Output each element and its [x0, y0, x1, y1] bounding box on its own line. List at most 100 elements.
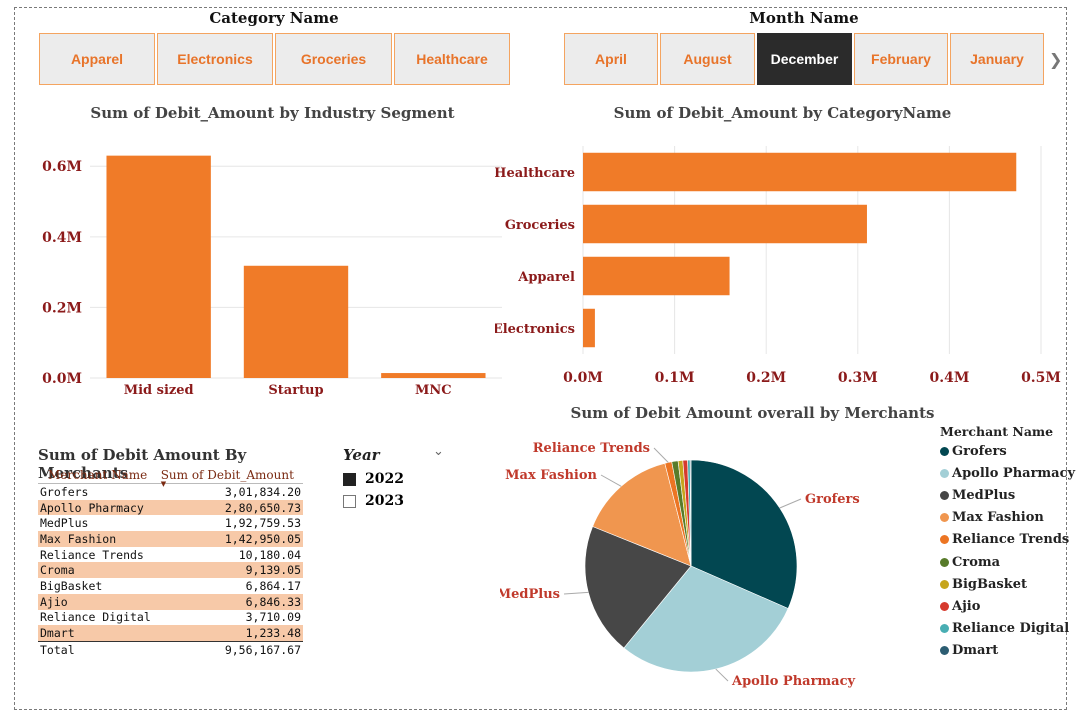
month-tile-january[interactable]: January [950, 33, 1044, 85]
year-2022-checkbox[interactable] [343, 472, 356, 486]
table-row[interactable]: Croma 9,139.05 [38, 562, 303, 579]
debit-amount-cell: 1,233.48 [158, 625, 303, 642]
chevron-down-icon[interactable]: ⌄ [433, 444, 444, 459]
x-tick-label: 0.1M [655, 370, 695, 386]
merchant-name-cell: Croma [38, 562, 159, 579]
year-slicer-title: Year [343, 446, 380, 464]
month-tile-december[interactable]: December [757, 33, 852, 85]
year-2023-checkbox[interactable] [343, 494, 356, 508]
merchant-table: Merchant Name Sum of Debit_Amount ▼ Grofe… [38, 467, 303, 658]
legend-item[interactable]: BigBasket [940, 577, 1027, 592]
legend-dot-icon [940, 535, 949, 545]
legend-dot-icon [940, 557, 949, 567]
pie-data-label: Reliance Trends [533, 441, 650, 456]
table-row[interactable]: Ajio 6,846.33 [38, 593, 303, 610]
legend-item[interactable]: MedPlus [940, 488, 1015, 503]
debit-amount-cell: 9,139.05 [158, 562, 303, 579]
pie-data-label: Grofers [805, 492, 860, 507]
legend-item[interactable]: Apollo Pharmacy [940, 466, 1075, 481]
debit-amount-cell: 1,92,759.53 [224, 516, 301, 531]
legend-item[interactable]: Reliance Digital [940, 621, 1069, 636]
legend-item[interactable]: Dmart [940, 643, 998, 658]
legend-label: MedPlus [952, 488, 1016, 504]
y-tick-label: 0.2M [42, 300, 82, 316]
y-tick-label: Electronics [495, 322, 575, 337]
x-tick-label: 0.2M [746, 370, 786, 386]
x-tick-label: Mid sized [124, 383, 194, 398]
leader-line [600, 474, 622, 487]
column-header-debit-label: Sum of Debit_Amount [160, 468, 294, 482]
legend-label: Max Fashion [952, 510, 1044, 526]
legend-dot-icon [940, 469, 949, 479]
table-row[interactable]: Apollo Pharmacy 2,80,650.73 [38, 499, 303, 516]
x-tick-label: MNC [415, 383, 452, 398]
column-header-debit[interactable]: Sum of Debit_Amount ▼ [158, 467, 303, 488]
debit-amount-cell: 3,710.09 [245, 610, 301, 625]
debit-amount-cell: 2,80,650.73 [158, 499, 303, 516]
month-slicer-title: Month Name [749, 9, 859, 27]
y-tick-label: 0.0M [42, 371, 82, 387]
merchant-name-cell: Grofers [40, 484, 89, 499]
table-row[interactable]: Grofers 3,01,834.20 [38, 484, 303, 500]
legend-label: BigBasket [952, 576, 1028, 592]
year-option-2022[interactable]: 2022 [343, 471, 404, 487]
merchant-name-cell: Ajio [38, 593, 159, 610]
legend-dot-icon [940, 645, 949, 655]
table-row[interactable]: BigBasket 6,864.17 [38, 578, 303, 594]
leader-line [563, 591, 589, 595]
industry-segment-bar-chart: 0.0M 0.2M 0.4M 0.6M Mid sized Startup MNC [42, 155, 502, 398]
y-tick-label: Apparel [517, 270, 575, 285]
legend-dot-icon [940, 601, 949, 611]
bar-electronics [583, 308, 595, 348]
x-tick-label: 0.3M [838, 370, 878, 386]
total-value: 9,56,167.67 [158, 640, 303, 658]
debit-amount-cell: 10,180.04 [238, 547, 301, 562]
merchant-name-cell: Max Fashion [38, 531, 159, 547]
pie-data-label: MedPlus [500, 587, 560, 602]
category-bar-chart: 0.0M 0.1M 0.2M 0.3M 0.4M 0.5M Healthcare Grocer… [495, 146, 1061, 386]
year-option-2023[interactable]: 2023 [343, 493, 404, 509]
table-row[interactable]: Reliance Digital 3,710.09 [38, 610, 303, 626]
legend-label: Reliance Trends [952, 532, 1070, 548]
legend-dot-icon [940, 623, 949, 633]
merchant-name-cell: Reliance Digital [40, 610, 151, 625]
category-tile-groceries[interactable]: Groceries [275, 33, 392, 85]
legend-item[interactable]: Croma [940, 555, 1000, 570]
bar-mnc [381, 373, 486, 378]
chevron-right-icon[interactable]: ❯ [1049, 50, 1062, 69]
table-row[interactable]: Reliance Trends 10,180.04 [38, 547, 303, 563]
leader-line [653, 447, 669, 463]
legend-item[interactable]: Ajio [940, 599, 980, 614]
category-tile-apparel[interactable]: Apparel [39, 33, 155, 85]
merchant-name-cell: BigBasket [40, 578, 103, 593]
debit-amount-cell: 6,864.17 [245, 578, 301, 593]
category-chart-title: Sum of Debit_Amount by CategoryName [613, 104, 952, 122]
merchant-name-cell: Dmart [38, 625, 159, 642]
x-tick-label: 0.0M [563, 370, 603, 386]
legend-label: Croma [952, 554, 1001, 570]
pie-legend-title: Merchant Name [940, 424, 1054, 439]
legend-label: Dmart [952, 642, 999, 658]
month-tile-february[interactable]: February [854, 33, 948, 85]
legend-item[interactable]: Max Fashion [940, 510, 1044, 525]
month-tile-august[interactable]: August [660, 33, 755, 85]
legend-item[interactable]: Grofers [940, 444, 1007, 459]
debit-amount-cell: 6,846.33 [158, 593, 303, 610]
total-label: Total [38, 640, 159, 658]
category-tile-healthcare[interactable]: Healthcare [394, 33, 510, 85]
total-row: Total 9,56,167.67 [38, 640, 303, 658]
column-header-merchant[interactable]: Merchant Name [38, 467, 159, 484]
month-tile-april[interactable]: April [564, 33, 658, 85]
category-tile-electronics[interactable]: Electronics [157, 33, 273, 85]
bar-mid-sized [106, 155, 211, 378]
table-row[interactable]: MedPlus 1,92,759.53 [38, 515, 303, 531]
y-tick-label: 0.6M [42, 159, 82, 175]
table-row[interactable]: Dmart 1,233.48 [38, 625, 303, 642]
y-tick-label: Healthcare [495, 166, 575, 181]
sort-desc-icon: ▼ [160, 480, 167, 488]
table-row[interactable]: Max Fashion 1,42,950.05 [38, 531, 303, 547]
merchant-name-cell: Reliance Trends [40, 547, 144, 562]
legend-item[interactable]: Reliance Trends [940, 532, 1069, 547]
leader-line [779, 498, 802, 509]
pie-data-label: Apollo Pharmacy [731, 674, 856, 689]
